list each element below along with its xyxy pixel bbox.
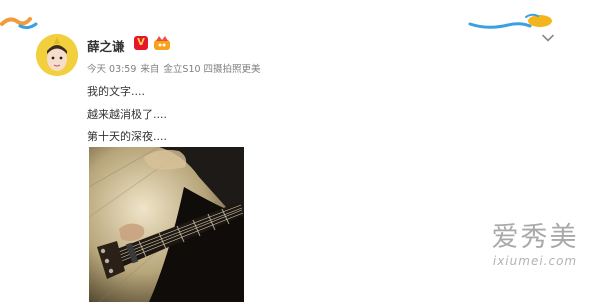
member-crown-icon [154,36,170,50]
post-text-line-2: 越来越消极了.... [87,108,167,121]
watermark: 爱秀美 ixiumei.com [476,222,594,268]
username[interactable]: 薛之谦 [87,36,125,55]
watermark-site-text: ixiumei.com [492,254,578,268]
post-meta: 今天 03:59 来自 金立S10 四摄拍照更美 [87,61,265,75]
guitar-photo [89,147,244,302]
post-source[interactable]: 金立S10 四摄拍照更美 [163,64,260,75]
verified-v-icon: V [134,36,148,50]
watermark-logo-text: 爱秀美 [491,222,579,253]
post-image[interactable] [89,147,244,302]
post-text-line-1: 我的文字.... [87,85,145,98]
post-time[interactable]: 今天 03:59 [87,64,136,75]
post-text-line-3: 第十天的深夜.... [87,130,167,143]
chevron-down-icon[interactable] [542,34,554,42]
decoration-swoosh-left [0,17,38,30]
source-prefix: 来自 [140,64,160,75]
avatar[interactable] [36,34,78,76]
avatar-portrait-icon [36,34,78,76]
